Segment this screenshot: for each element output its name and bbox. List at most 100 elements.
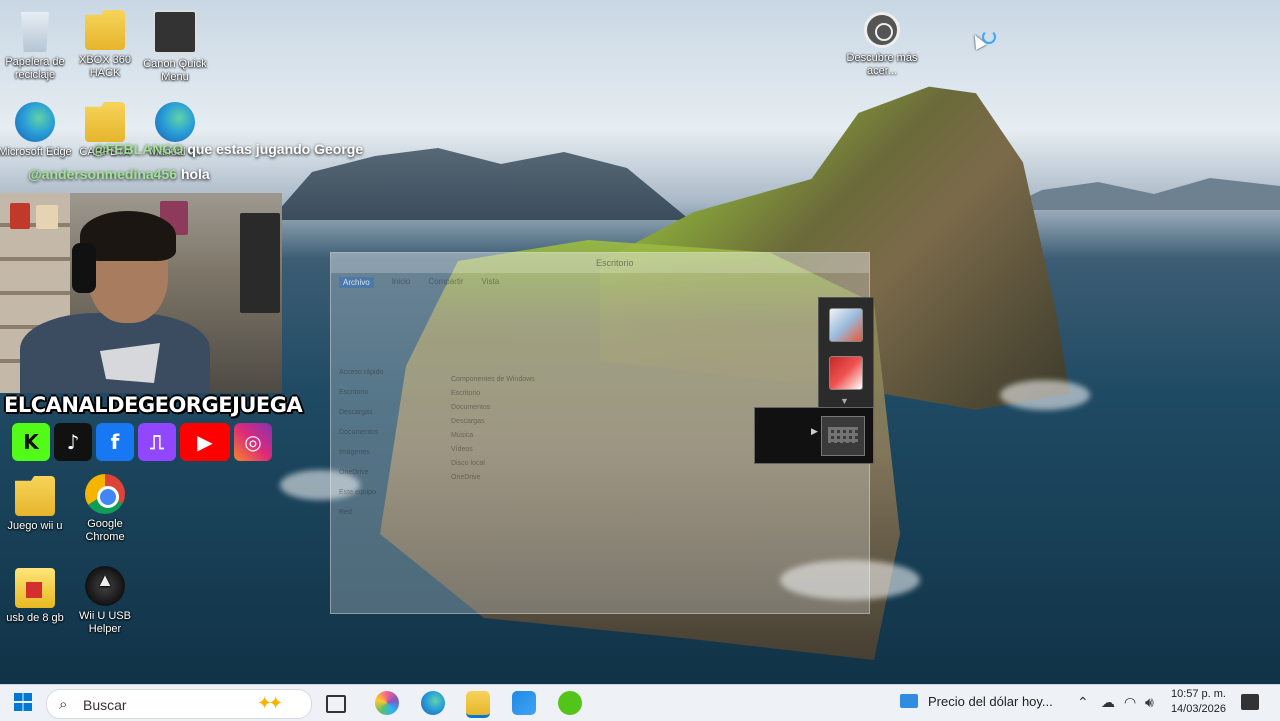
edge-taskbar-icon[interactable] <box>421 691 445 715</box>
webcam-feed <box>0 193 282 393</box>
edge-icon <box>15 102 55 142</box>
webcam-item <box>36 205 58 229</box>
file-item: Documentos <box>451 404 491 411</box>
clock-date: 14/03/2026 <box>1170 703 1226 715</box>
nav-item: OneDrive <box>339 469 369 476</box>
window-title: Escritorio <box>331 253 869 273</box>
widgets-news[interactable]: Precio del dólar hoy... <box>900 694 1053 709</box>
file-item: OneDrive <box>451 474 481 481</box>
tray-app-icon[interactable] <box>829 356 863 390</box>
desktop-icon-juego-wii-u[interactable]: Juego wii u <box>0 476 73 533</box>
discover-icon <box>864 12 900 48</box>
instagram-icon: ◎ <box>234 423 272 461</box>
nav-item: Imágenes <box>339 449 370 456</box>
chevron-up-icon[interactable]: ⌃ <box>1077 694 1089 711</box>
desktop-icon-discover[interactable]: Descubre más acer... <box>844 12 920 78</box>
desktop-icon-label: Descubre más acer... <box>846 52 918 77</box>
file-item: Música <box>451 432 474 439</box>
file-item: Componentes de Windows <box>451 376 535 383</box>
tab-archivo: Archivo <box>339 277 374 288</box>
windows-start-icon[interactable] <box>14 693 32 711</box>
keyboard-icon[interactable] <box>821 416 865 456</box>
chat-username: @FEBLANCO <box>92 141 184 157</box>
nav-item: Descargas <box>339 409 373 416</box>
nav-item: Este equipo <box>339 489 376 496</box>
webcam-item <box>10 203 30 229</box>
nav-item: Red <box>339 509 352 516</box>
channel-name: ELCANALDEGEORGEJUEGA <box>4 393 303 417</box>
desktop-icon-wii-u-usb-helper[interactable]: Wii U USB Helper <box>67 566 143 636</box>
search-icon: ⌕ <box>59 696 68 713</box>
sparkle-icon: ✦✦ <box>257 693 283 713</box>
app-icon[interactable] <box>558 691 582 715</box>
news-text: Precio del dólar hoy... <box>928 694 1053 709</box>
chat-username: @andersonmedina456 <box>28 166 178 182</box>
chevron-down-icon: ▼ <box>840 396 849 406</box>
tab-compartir: Compartir <box>428 277 464 286</box>
file-item: Escritorio <box>451 390 481 397</box>
background-surf <box>1000 380 1090 410</box>
tray-submenu: ▶ <box>754 407 874 464</box>
tiktok-icon: ♪ <box>54 423 92 461</box>
headset-icon <box>72 243 96 293</box>
wifi-icon[interactable]: ◠ <box>1124 694 1136 711</box>
onedrive-icon[interactable]: ☁ <box>1101 694 1115 711</box>
nav-item: Escritorio <box>339 389 369 396</box>
notification-icon[interactable] <box>1241 694 1259 710</box>
webcam-item <box>240 213 280 313</box>
store-icon[interactable] <box>512 691 536 715</box>
news-icon <box>900 694 918 708</box>
desktop-icon-usb[interactable]: usb de 8 gb <box>0 568 73 625</box>
clock[interactable]: 10:57 p. m. 14/03/2026 <box>1168 687 1226 717</box>
desktop-icon-label: usb de 8 gb <box>6 612 64 624</box>
clock-time: 10:57 p. m. <box>1170 688 1226 700</box>
facebook-icon: f <box>96 423 134 461</box>
social-icons: K ♪ f ⎍ ▶ ◎ <box>12 423 272 461</box>
chat-message: @andersonmedina456 hola <box>28 166 210 182</box>
volume-icon[interactable]: 🔊︎ <box>1145 694 1154 711</box>
folder-icon <box>15 476 55 516</box>
file-item: Disco local <box>451 460 485 467</box>
desktop-icon-label: Canon Quick Menu <box>143 58 207 83</box>
desktop-icon-canon[interactable]: Canon Quick Menu <box>137 10 213 84</box>
tray-app-icon[interactable] <box>829 308 863 342</box>
tab-vista: Vista <box>481 277 500 286</box>
chrome-icon <box>85 474 125 514</box>
file-item: Descargas <box>451 418 485 425</box>
desktop-icon-edge[interactable]: Microsoft Edge <box>0 102 73 159</box>
ribbon-tabs: Archivo Inicio Compartir Vista <box>331 273 869 292</box>
youtube-icon: ▶ <box>180 423 230 461</box>
nav-item: Acceso rápido <box>339 369 384 376</box>
desktop-icon-label: XBOX 360 HACK <box>79 54 131 79</box>
chevron-right-icon: ▶ <box>811 426 818 436</box>
desktop-icon-label: Juego wii u <box>7 520 63 532</box>
chat-text: que estas jugando George <box>187 141 364 157</box>
copilot-icon[interactable] <box>375 691 399 715</box>
busy-spinner-icon <box>982 30 996 44</box>
task-view-icon[interactable] <box>326 695 346 713</box>
tab-inicio: Inicio <box>391 277 411 286</box>
desktop-icon-label: Google Chrome <box>85 518 125 543</box>
folder-icon <box>85 10 125 50</box>
usb-folder-icon <box>15 568 55 608</box>
desktop-icon-label: Microsoft Edge <box>0 146 72 158</box>
twitch-icon: ⎍ <box>138 423 176 461</box>
file-list: Componentes de Windows Escritorio Docume… <box>451 373 535 485</box>
background-hills <box>1000 178 1280 210</box>
edge-icon <box>155 102 195 142</box>
folder-icon <box>85 102 125 142</box>
desktop-icon-xbox-hack[interactable]: XBOX 360 HACK <box>67 10 143 80</box>
file-explorer-icon[interactable] <box>466 691 490 718</box>
desktop-icon-recycle-bin[interactable]: Papelera de reciclaje <box>0 12 73 82</box>
navigation-pane: Acceso rápido Escritorio Descargas Docum… <box>339 363 439 523</box>
taskbar-search[interactable]: ⌕ Buscar ✦✦ <box>46 689 312 719</box>
desktop-icon-label: Wii U USB Helper <box>79 610 131 635</box>
taskbar: ⌕ Buscar ✦✦ Precio del dólar hoy... ⌃ ☁ … <box>0 684 1280 721</box>
chat-message: @FEBLANCO que estas jugando George <box>92 141 363 157</box>
file-item: Vídeos <box>451 446 473 453</box>
desktop-icon-label: Papelera de reciclaje <box>5 56 65 81</box>
search-input[interactable]: Buscar <box>83 697 127 713</box>
canon-icon <box>153 10 197 54</box>
chat-text: hola <box>180 166 210 182</box>
desktop-icon-chrome[interactable]: Google Chrome <box>67 474 143 544</box>
